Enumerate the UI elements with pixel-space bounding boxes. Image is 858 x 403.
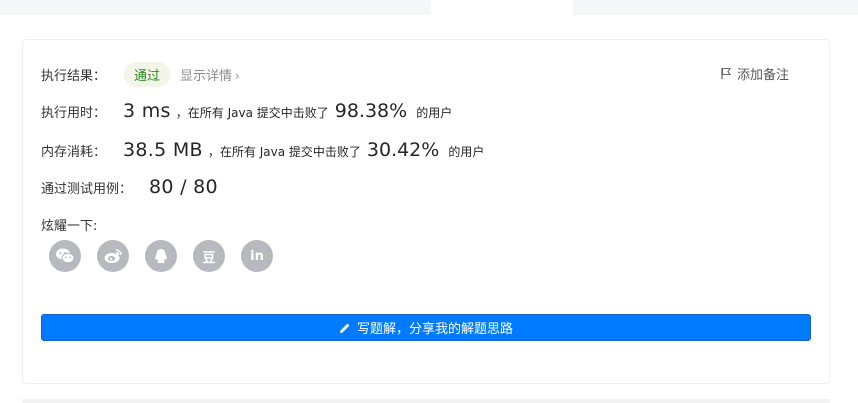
share-wechat-button[interactable]: [49, 240, 81, 272]
share-buttons: 豆 in: [49, 240, 273, 272]
write-solution-button[interactable]: 写题解，分享我的解题思路: [41, 314, 811, 341]
write-solution-label: 写题解，分享我的解题思路: [356, 322, 513, 337]
memory-text: ，在所有 Java 提交中击败了: [207, 145, 361, 159]
share-label: 炫耀一下:: [41, 219, 98, 234]
show-details-link[interactable]: 显示详情 ›: [180, 65, 240, 84]
runtime-suffix: 的用户: [416, 106, 453, 120]
memory-suffix: 的用户: [448, 145, 485, 159]
show-details-label: 显示详情: [180, 69, 233, 84]
runtime-row: 执行用时： 3 ms ，在所有 Java 提交中击败了 98.38% 的用户: [41, 100, 452, 122]
result-label: 执行结果：: [41, 69, 107, 84]
share-qq-button[interactable]: [145, 240, 177, 272]
share-linkedin-button[interactable]: in: [241, 240, 273, 272]
memory-row: 内存消耗： 38.5 MB ，在所有 Java 提交中击败了 30.42% 的用…: [41, 139, 484, 161]
runtime-percent: 98.38%: [334, 100, 408, 122]
divider: [22, 399, 830, 403]
top-tab-strip: [0, 0, 858, 15]
douban-icon: 豆: [202, 250, 216, 266]
share-weibo-button[interactable]: [97, 240, 129, 272]
qq-icon: [155, 249, 167, 264]
tests-value: 80 / 80: [149, 176, 218, 198]
weibo-icon: [104, 249, 122, 263]
share-row-label: 炫耀一下:: [41, 215, 97, 234]
memory-percent: 30.42%: [366, 139, 440, 161]
status-badge: 通过: [124, 62, 171, 87]
runtime-value: 3 ms: [123, 100, 171, 122]
memory-value: 38.5 MB: [123, 139, 203, 161]
pencil-icon: [339, 323, 350, 333]
chevron-right-icon: ›: [235, 69, 240, 83]
tests-label: 通过测试用例：: [41, 182, 133, 197]
runtime-label: 执行用时：: [41, 106, 107, 121]
linkedin-icon: in: [250, 248, 264, 264]
flag-icon: [721, 67, 732, 79]
wechat-icon: [56, 248, 75, 264]
add-note-label: 添加备注: [737, 68, 790, 83]
add-note-button[interactable]: 添加备注: [720, 64, 789, 83]
tests-row: 通过测试用例： 80 / 80: [41, 176, 218, 198]
memory-label: 内存消耗：: [41, 145, 107, 160]
active-tab[interactable]: [431, 0, 573, 15]
runtime-text: ，在所有 Java 提交中击败了: [175, 106, 329, 120]
share-douban-button[interactable]: 豆: [193, 240, 225, 272]
result-row: 执行结果： 通过 显示详情 ›: [41, 62, 240, 87]
